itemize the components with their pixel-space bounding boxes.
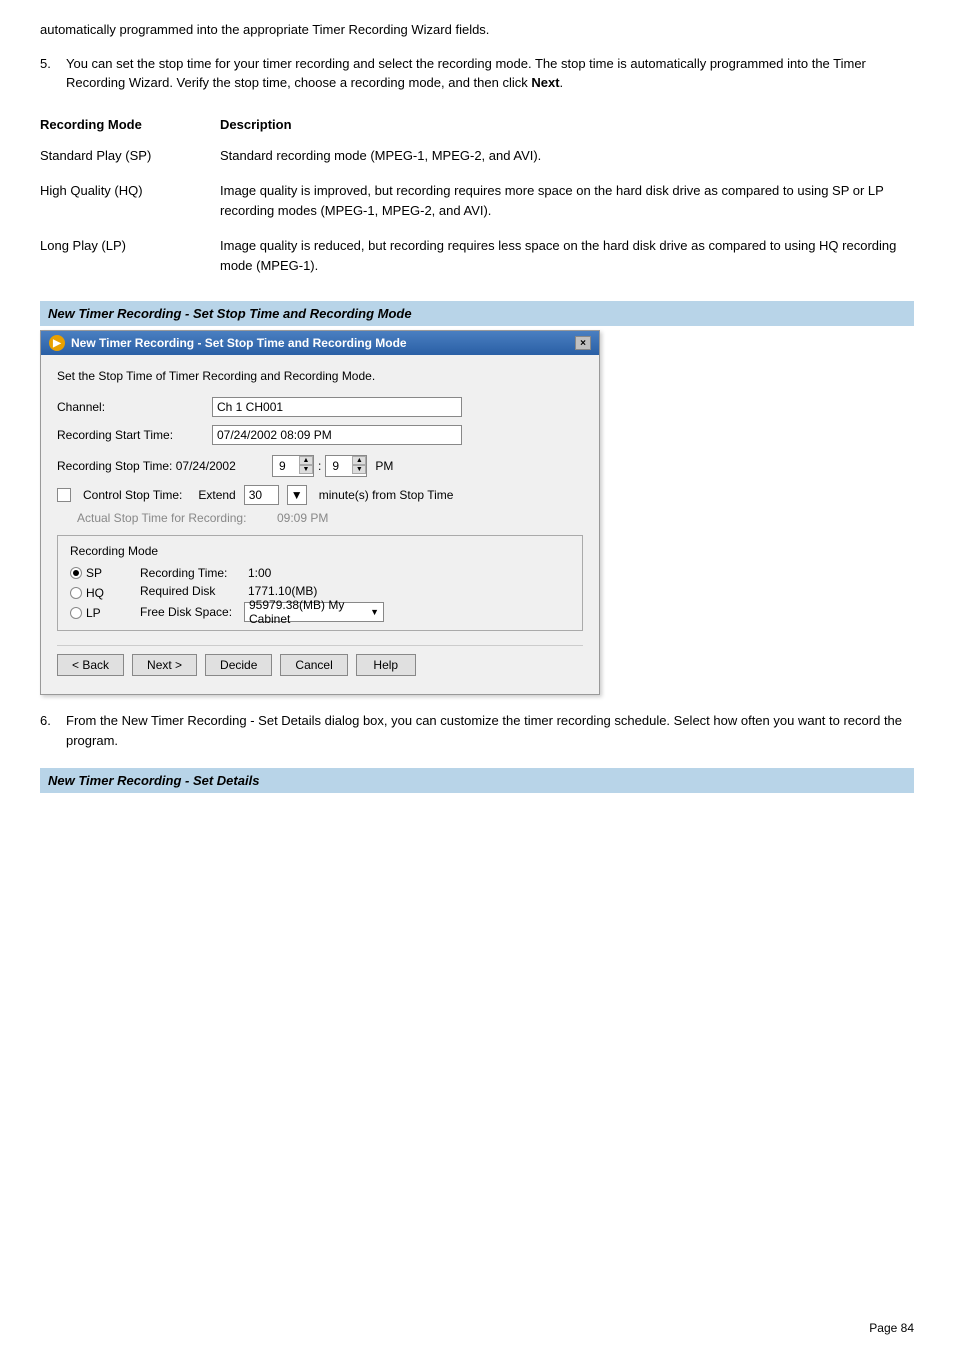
dialog-description: Set the Stop Time of Timer Recording and… (57, 369, 583, 383)
section1-header: New Timer Recording - Set Stop Time and … (40, 301, 914, 326)
actual-stop-row: Actual Stop Time for Recording: 09:09 PM (57, 511, 583, 525)
mode-radios: SP HQ LP (70, 566, 140, 622)
stop-time-row: Recording Stop Time: 07/24/2002 9 ▲ ▼ : … (57, 455, 583, 477)
control-stop-label: Control Stop Time: (83, 488, 182, 502)
stop-min-down[interactable]: ▼ (352, 465, 366, 474)
section2-header: New Timer Recording - Set Details (40, 768, 914, 793)
extend-value: 30 (249, 488, 262, 502)
channel-input[interactable] (212, 397, 462, 417)
mode-hq-radio[interactable]: HQ (70, 586, 140, 600)
mode-hq: High Quality (HQ) (40, 173, 220, 228)
item-6-number: 6. (40, 711, 66, 750)
dialog-title: New Timer Recording - Set Stop Time and … (71, 336, 407, 350)
desc-sp: Standard recording mode (MPEG-1, MPEG-2,… (220, 138, 914, 174)
dialog-box: ▶ New Timer Recording - Set Stop Time an… (40, 330, 600, 695)
start-time-label: Recording Start Time: (57, 428, 212, 442)
stop-min-up[interactable]: ▲ (352, 456, 366, 465)
mode-lp-label: LP (86, 606, 101, 620)
item-5-text-before: You can set the stop time for your timer… (66, 56, 866, 91)
cancel-button[interactable]: Cancel (280, 654, 347, 676)
next-button[interactable]: Next > (132, 654, 197, 676)
item-5-bold: Next (531, 75, 559, 90)
required-disk-value: 1771.10(MB) (248, 584, 317, 598)
item-6: 6. From the New Timer Recording - Set De… (40, 711, 914, 750)
mode-lp: Long Play (LP) (40, 228, 220, 283)
radio-lp[interactable] (70, 607, 82, 619)
stop-hour-up[interactable]: ▲ (299, 456, 313, 465)
mode-hq-label: HQ (86, 586, 104, 600)
spin-arrows: ▲ ▼ (299, 456, 313, 476)
stop-min-spin[interactable]: 9 ▲ ▼ (325, 455, 367, 477)
table-col1-header: Recording Mode (40, 111, 220, 138)
stop-min-value: 9 (328, 459, 339, 473)
extend-dropdown[interactable]: ▼ (287, 485, 307, 505)
desc-lp: Image quality is reduced, but recording … (220, 228, 914, 283)
decide-button[interactable]: Decide (205, 654, 272, 676)
mode-sp-label: SP (86, 566, 102, 580)
control-stop-row: Control Stop Time: Extend 30 ▼ minute(s)… (57, 485, 583, 505)
required-disk-label: Required Disk (140, 584, 240, 598)
stop-hour-spin[interactable]: 9 ▲ ▼ (272, 455, 314, 477)
required-disk-row: Required Disk 1771.10(MB) (140, 584, 384, 598)
dialog-close-button[interactable]: × (575, 336, 591, 350)
extend-label: Extend (198, 488, 235, 502)
dialog-app-icon: ▶ (49, 335, 65, 351)
desc-hq: Image quality is improved, but recording… (220, 173, 914, 228)
recording-time-row: Recording Time: 1:00 (140, 566, 384, 580)
recording-time-value: 1:00 (248, 566, 271, 580)
mode-sp: Standard Play (SP) (40, 138, 220, 174)
time-separator: : (318, 459, 321, 473)
item-5-text-after: . (560, 75, 564, 90)
page-number: Page 84 (869, 1321, 914, 1335)
free-disk-label: Free Disk Space: (140, 605, 240, 619)
help-button[interactable]: Help (356, 654, 416, 676)
item-5-number: 5. (40, 54, 66, 93)
mode-details: Recording Time: 1:00 Required Disk 1771.… (140, 566, 384, 622)
item-6-content: From the New Timer Recording - Set Detai… (66, 711, 914, 750)
start-time-input[interactable] (212, 425, 462, 445)
table-col2-header: Description (220, 111, 914, 138)
disk-select-arrow: ▼ (370, 607, 379, 617)
stop-ampm: PM (375, 459, 393, 473)
extend-value-input[interactable]: 30 (244, 485, 279, 505)
item-5-content: You can set the stop time for your timer… (66, 54, 914, 93)
table-row: Standard Play (SP) Standard recording mo… (40, 138, 914, 174)
spin-arrows-min: ▲ ▼ (352, 456, 366, 476)
recording-mode-group: Recording Mode SP HQ LP (57, 535, 583, 631)
control-stop-checkbox[interactable] (57, 488, 71, 502)
table-row: Long Play (LP) Image quality is reduced,… (40, 228, 914, 283)
radio-hq[interactable] (70, 587, 82, 599)
back-button[interactable]: < Back (57, 654, 124, 676)
start-time-row: Recording Start Time: (57, 425, 583, 445)
dialog-titlebar: ▶ New Timer Recording - Set Stop Time an… (41, 331, 599, 355)
mode-lp-radio[interactable]: LP (70, 606, 140, 620)
recording-time-label: Recording Time: (140, 566, 240, 580)
actual-stop-value: 09:09 PM (277, 511, 328, 525)
mode-sp-radio[interactable]: SP (70, 566, 140, 580)
table-row: High Quality (HQ) Image quality is impro… (40, 173, 914, 228)
free-disk-value: 95979.38(MB) My Cabinet (249, 598, 370, 626)
free-disk-select[interactable]: 95979.38(MB) My Cabinet ▼ (244, 602, 384, 622)
dialog-footer: < Back Next > Decide Cancel Help (57, 645, 583, 680)
recording-mode-content: SP HQ LP Recording Time: 1:00 (70, 566, 570, 622)
dialog-titlebar-left: ▶ New Timer Recording - Set Stop Time an… (49, 335, 407, 351)
stop-time-label: Recording Stop Time: 07/24/2002 (57, 459, 272, 473)
stop-hour-down[interactable]: ▼ (299, 465, 313, 474)
dialog-body: Set the Stop Time of Timer Recording and… (41, 355, 599, 694)
stop-time-inputs: 9 ▲ ▼ : 9 ▲ ▼ PM (272, 455, 393, 477)
recording-mode-table: Recording Mode Description Standard Play… (40, 111, 914, 284)
item-5: 5. You can set the stop time for your ti… (40, 54, 914, 93)
channel-row: Channel: (57, 397, 583, 417)
channel-label: Channel: (57, 400, 212, 414)
radio-sp[interactable] (70, 567, 82, 579)
stop-hour-value: 9 (275, 459, 286, 473)
actual-stop-label: Actual Stop Time for Recording: (77, 511, 277, 525)
intro-text: automatically programmed into the approp… (40, 20, 914, 40)
recording-mode-title: Recording Mode (70, 544, 570, 558)
free-disk-row: Free Disk Space: 95979.38(MB) My Cabinet… (140, 602, 384, 622)
minute-label: minute(s) from Stop Time (319, 488, 454, 502)
